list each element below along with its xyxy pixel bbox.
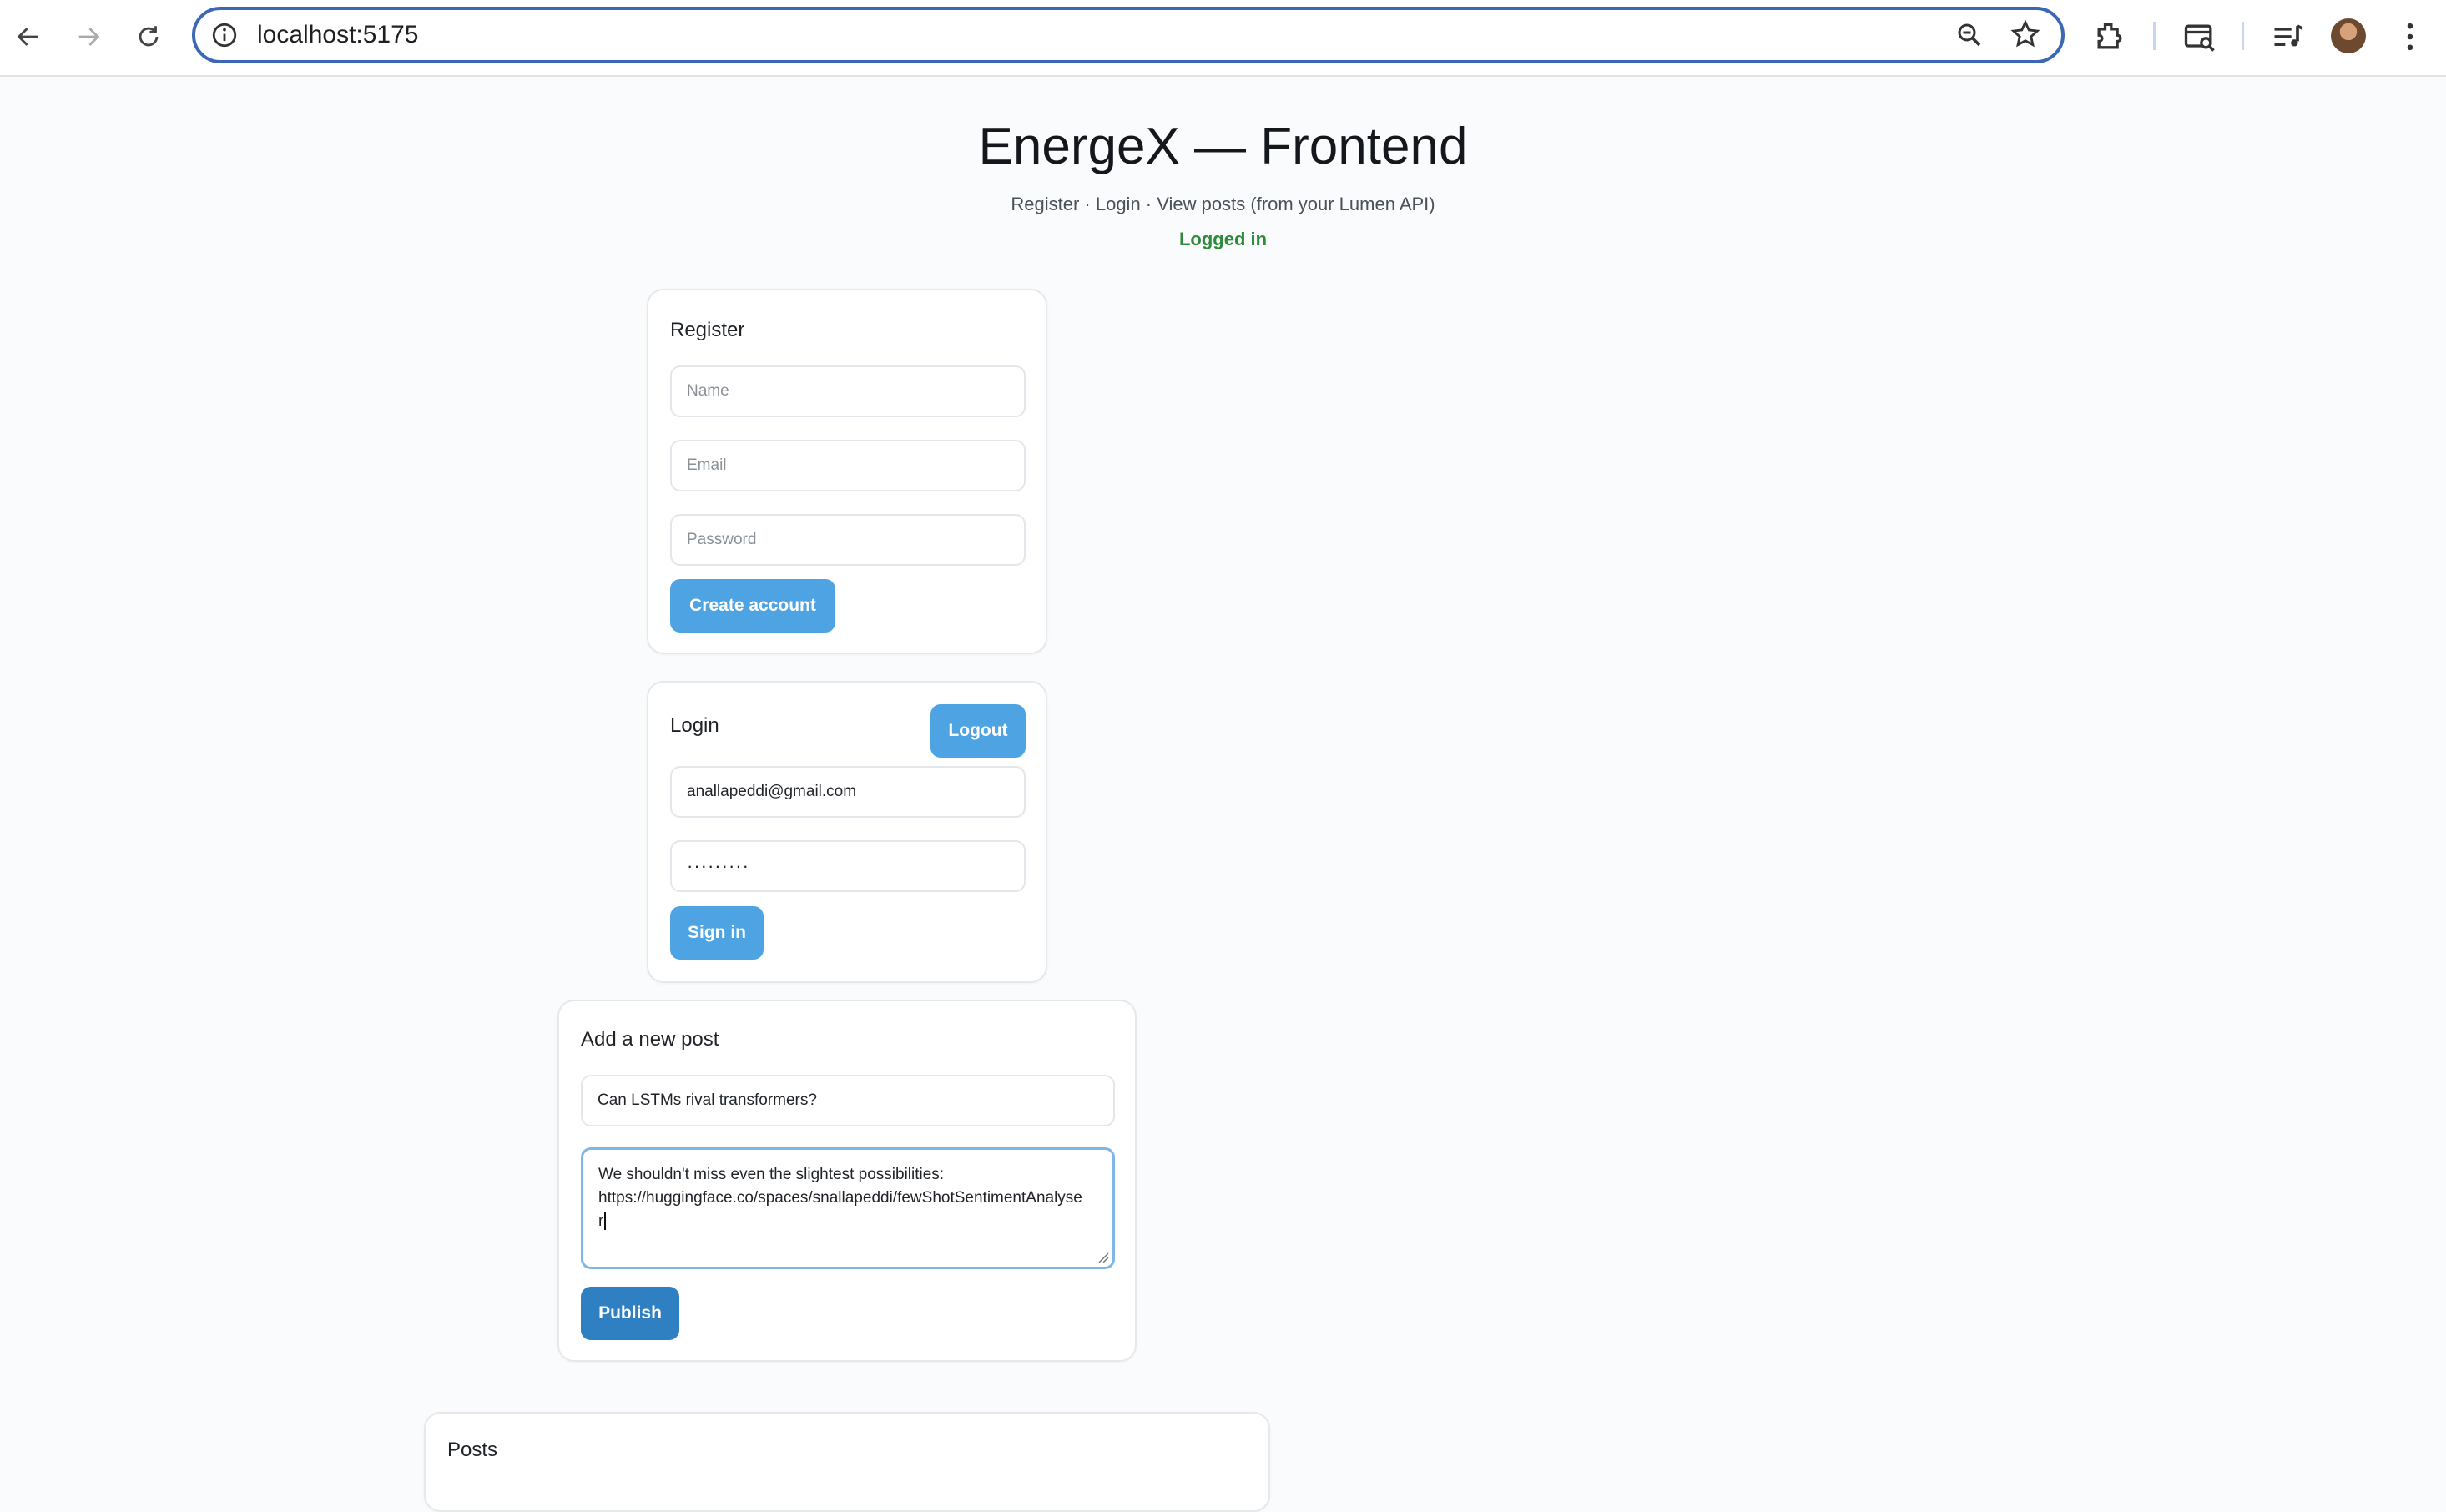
back-icon[interactable] <box>10 18 47 55</box>
post-body-line: We shouldn't miss even the slightest pos… <box>598 1166 945 1183</box>
forward-icon[interactable] <box>70 18 107 55</box>
tab-search-icon[interactable] <box>2181 18 2218 55</box>
logout-button[interactable]: Logout <box>930 704 1026 758</box>
more-menu-icon[interactable] <box>2392 18 2428 55</box>
create-account-button[interactable]: Create account <box>670 579 835 633</box>
register-heading: Register <box>670 319 745 341</box>
url-text[interactable]: localhost:5175 <box>257 21 418 49</box>
posts-card: Posts <box>424 1412 1270 1512</box>
bookmark-star-icon[interactable] <box>2010 18 2041 50</box>
media-controls-icon[interactable] <box>2270 18 2307 55</box>
login-password-input[interactable]: ········· <box>670 840 1026 892</box>
address-bar[interactable]: localhost:5175 <box>192 7 2065 63</box>
register-name-input[interactable] <box>670 365 1026 417</box>
register-password-input[interactable] <box>670 514 1026 566</box>
login-heading: Login <box>670 714 719 737</box>
posts-heading: Posts <box>447 1439 498 1461</box>
resize-grip-icon[interactable] <box>1096 1250 1109 1263</box>
toolbar-divider <box>2153 22 2156 50</box>
sign-in-button[interactable]: Sign in <box>670 906 764 960</box>
post-body-textarea[interactable]: We shouldn't miss even the slightest pos… <box>581 1147 1115 1269</box>
profile-avatar[interactable] <box>2331 18 2366 53</box>
login-status: Logged in <box>1178 229 1268 249</box>
browser-toolbar: localhost:5175 <box>0 0 2446 77</box>
login-card: Login Logout anallapeddi@gmail.com ·····… <box>647 681 1047 983</box>
reload-icon[interactable] <box>130 18 167 55</box>
new-post-card: Add a new post Can LSTMs rival transform… <box>557 1000 1137 1362</box>
zoom-icon[interactable] <box>1954 20 1985 50</box>
post-body-line: r <box>598 1210 1097 1233</box>
toolbar-divider <box>2242 22 2244 50</box>
page-subtitle: Register · Login · View posts (from your… <box>1011 194 1435 214</box>
register-card: Register Create account <box>647 289 1047 654</box>
post-body-line: https://huggingface.co/spaces/snallapedd… <box>598 1189 1082 1207</box>
post-title-input[interactable]: Can LSTMs rival transformers? <box>581 1075 1115 1126</box>
extensions-icon[interactable] <box>2091 18 2128 55</box>
site-info-icon[interactable] <box>210 21 239 49</box>
publish-button[interactable]: Publish <box>581 1287 679 1340</box>
register-email-input[interactable] <box>670 440 1026 491</box>
page-title: EnergeX — Frontend <box>978 118 1468 175</box>
new-post-heading: Add a new post <box>581 1028 719 1051</box>
login-email-input[interactable]: anallapeddi@gmail.com <box>670 766 1026 818</box>
